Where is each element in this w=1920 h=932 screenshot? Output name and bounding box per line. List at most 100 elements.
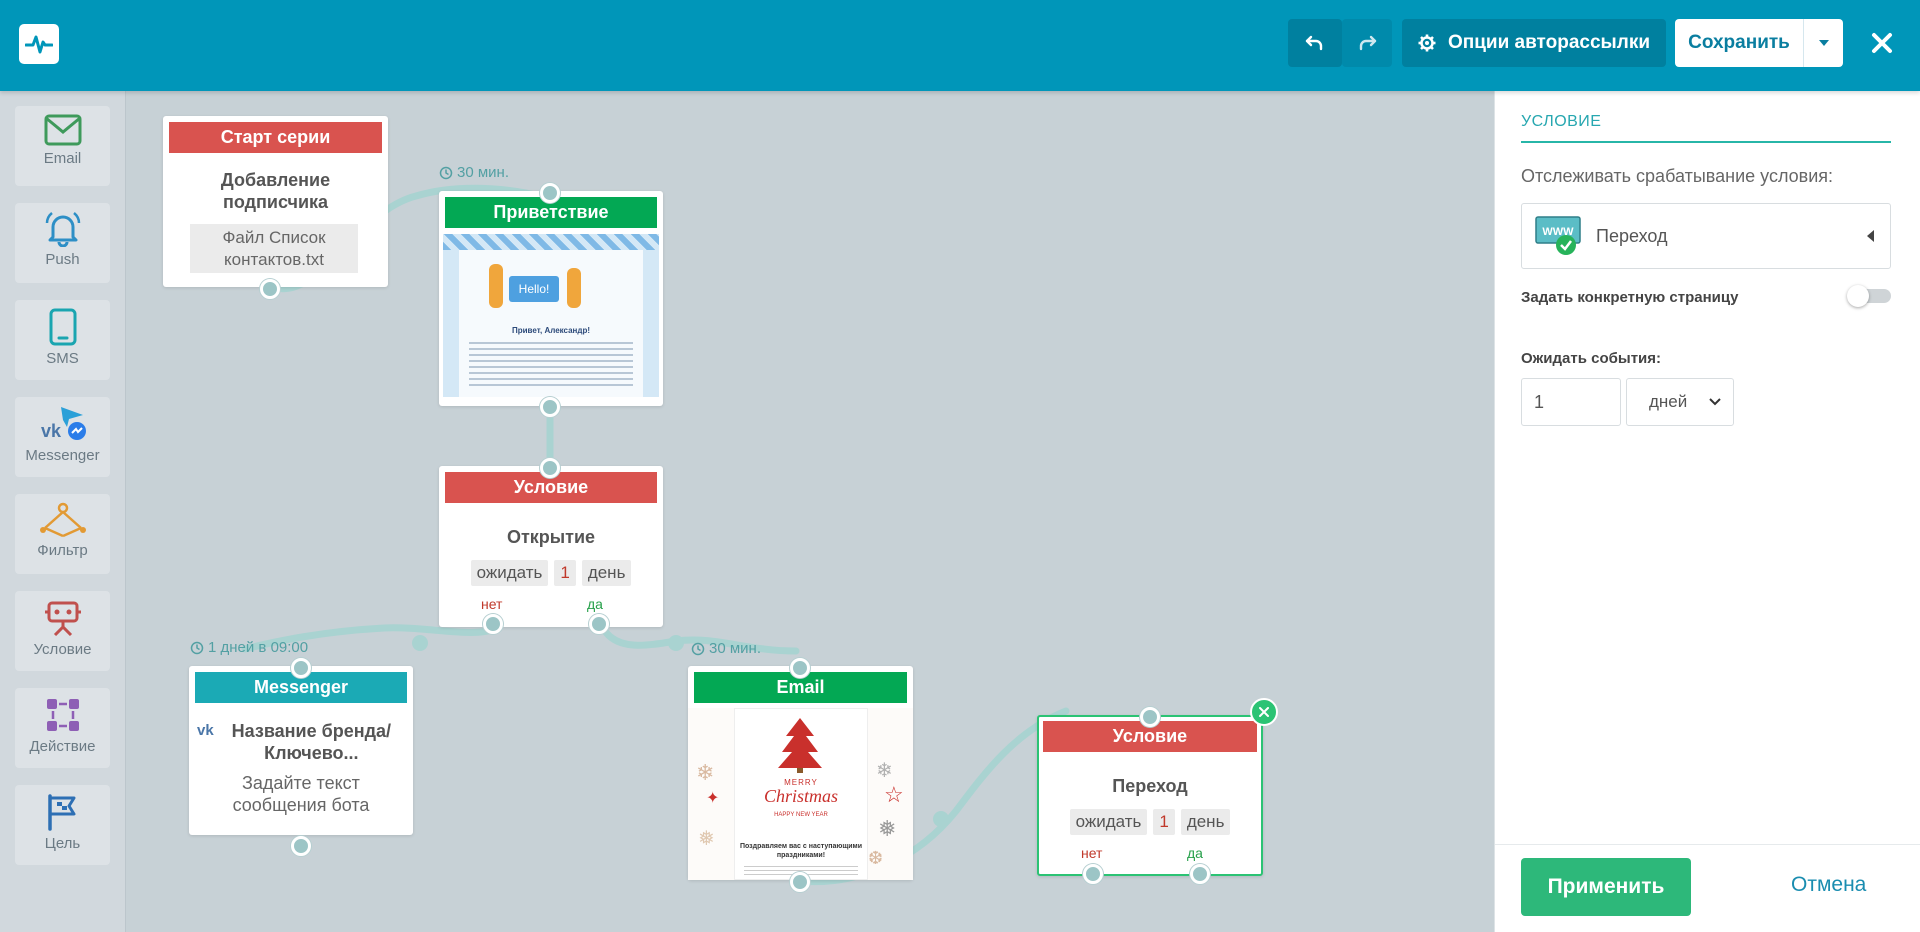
star-icon: ☆ [884,782,904,807]
tool-push[interactable]: Push [15,203,110,283]
wait-chips: ожидать 1 день [1039,809,1261,835]
delay-text: 30 мин. [709,640,761,657]
wait-amount-input[interactable] [1521,378,1621,426]
branch-yes-port[interactable] [589,614,609,634]
tool-label: Push [45,251,80,268]
hello-bubble: Hello! [509,276,559,302]
messenger-node[interactable]: Messenger vk Название бренда/Ключево... … [189,666,413,835]
tool-label: SMS [46,350,79,367]
christmas-tree-icon [778,718,822,773]
messenger-delay: 1 дней в 09:00 [190,639,308,656]
contacts-file-chip: Файл Список контактов.txt [190,224,358,273]
tool-messenger[interactable]: vk Messenger [15,397,110,477]
clock-icon [190,641,204,654]
specific-page-label: Задать конкретную страницу [1521,289,1739,306]
redo-button[interactable] [1342,19,1392,67]
close-button[interactable] [1862,19,1902,67]
svg-text:vk: vk [41,421,62,441]
robot-icon [44,601,81,637]
condition-type-value: Переход [1596,225,1668,246]
wire-midpoint[interactable] [412,635,428,651]
condition-input-port[interactable] [540,458,560,478]
email-delay: 30 мин. [691,640,761,657]
greeting-output-port[interactable] [540,397,560,417]
autoresponder-options-button[interactable]: Опции авторассылки [1402,19,1666,67]
wait-unit-select[interactable]: дней [1626,378,1734,426]
logo[interactable] [19,24,59,64]
save-dropdown-button[interactable] [1803,19,1843,67]
top-bar: Опции авторассылки Сохранить [0,0,1920,91]
tool-action[interactable]: Действие [15,688,110,768]
specific-page-toggle[interactable] [1847,285,1891,307]
greeting-delay: 30 мин. [439,164,509,181]
wait-unit-chip: день [1180,809,1231,835]
condition-input-port[interactable] [1140,707,1160,727]
tool-sidebar: Email Push SMS vk Messenger Фильтр Услов… [0,91,126,932]
workflow-canvas[interactable]: Старт серии Добавление подписчика Файл С… [126,91,1494,932]
start-node[interactable]: Старт серии Добавление подписчика Файл С… [163,116,388,287]
action-icon [46,699,79,731]
wire-midpoint[interactable] [668,635,684,651]
save-button[interactable]: Сохранить [1675,19,1803,67]
start-output-port[interactable] [260,279,280,299]
branch-no-label: нет [1081,845,1103,861]
condition-type-select[interactable]: WWW Переход [1521,203,1891,269]
cancel-button[interactable]: Отмена [1791,873,1866,897]
branch-yes-port[interactable] [1190,864,1210,884]
tool-goal[interactable]: Цель [15,785,110,865]
track-condition-label: Отслеживать срабатывание условия: [1521,166,1834,186]
wait-unit-value: дней [1649,392,1688,411]
wait-event-label: Ожидать события: [1521,350,1662,367]
branch-yes-label: да [587,596,603,612]
messenger-icon: vk [41,407,86,441]
tool-label: Условие [33,641,92,658]
tool-filter[interactable]: Фильтр [15,494,110,574]
condition-settings-panel: УСЛОВИЕ Отслеживать срабатывание условия… [1494,91,1920,932]
apply-button[interactable]: Применить [1521,858,1691,916]
branch-no-port[interactable] [483,614,503,634]
node-title: Переход [1112,776,1188,796]
snowflake-icon: ❅ [698,828,715,850]
wait-unit-chip: день [581,560,632,586]
delete-node-button[interactable] [1250,698,1278,726]
wait-chip: ожидать [470,560,549,586]
condition-open-node[interactable]: Условие Открытие ожидать 1 день нет да [439,466,663,627]
email-output-port[interactable] [790,872,810,892]
christmas-email-preview: MERRY Christmas HAPPY NEW YEAR Поздравля… [688,708,913,880]
node-title: Добавление подписчика [220,170,331,212]
bot-message-text: Задайте текст сообщения бота [232,773,370,815]
greeting-input-port[interactable] [540,183,560,203]
caret-down-icon [1818,40,1829,46]
branch-yes-label: да [1187,845,1203,861]
new-year-text: HAPPY NEW YEAR [774,812,828,818]
greeting-email-preview: Hello! Привет, Александр! [443,234,659,397]
snowflake-icon: ❆ [868,848,884,868]
snowflake-icon: ❅ [878,816,897,841]
tool-condition[interactable]: Условие [15,591,110,671]
messenger-input-port[interactable] [291,658,311,678]
undo-button[interactable] [1288,19,1342,67]
christmas-email-node[interactable]: Email MERRY Christmas HAPPY NEW YEAR Поз… [688,666,913,880]
branch-no-port[interactable] [1083,864,1103,884]
branch-no-label: нет [481,596,503,612]
tool-sms[interactable]: SMS [15,300,110,380]
delay-text: 1 дней в 09:00 [208,639,309,656]
filter-icon [39,502,86,538]
tool-email[interactable]: Email [15,106,110,186]
wait-chips: ожидать 1 день [439,560,663,586]
wire-midpoint[interactable] [933,811,949,827]
snowflake-icon: ❄ [696,760,715,785]
phone-icon [49,308,76,346]
bell-icon [45,212,80,247]
tool-label: Email [43,150,82,167]
panel-footer: Применить Отмена [1495,844,1920,932]
email-input-port[interactable] [790,658,810,678]
clock-icon [439,166,453,179]
tool-label: Действие [29,738,96,755]
undo-icon [1305,35,1323,51]
messenger-output-port[interactable] [291,836,311,856]
node-title: vk Название бренда/Ключево... [189,720,413,764]
condition-click-node[interactable]: Условие Переход ожидать 1 день нет да [1037,715,1263,876]
greeting-email-node[interactable]: Приветствие Hello! Привет, Александр! [439,191,663,406]
panel-title: УСЛОВИЕ [1521,113,1891,143]
